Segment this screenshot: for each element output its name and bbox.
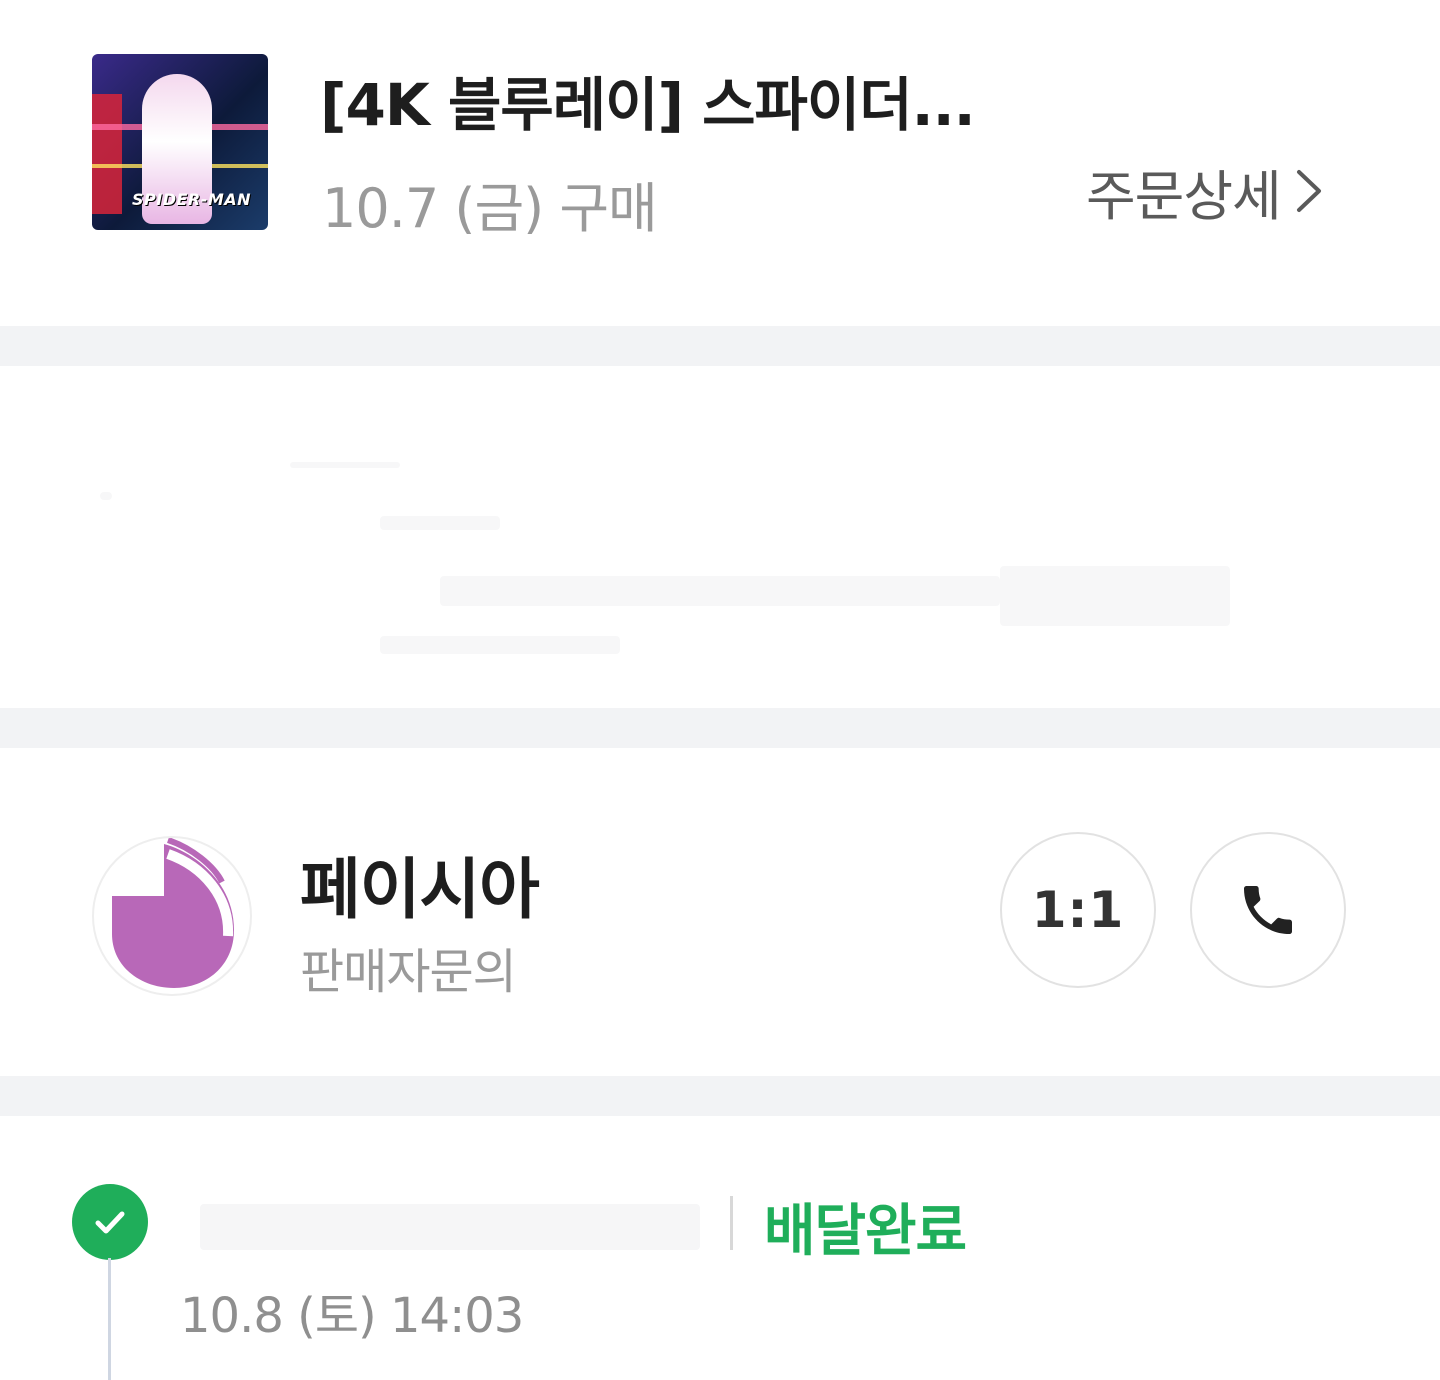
section-divider: [0, 708, 1440, 748]
order-detail-link[interactable]: 주문상세: [1086, 156, 1325, 228]
delivery-step-marker: [72, 1184, 148, 1260]
status-separator: [730, 1196, 733, 1250]
product-summary: SPIDER-MAN [4K 블루레이] 스파이더... 10.7 (금) 구매…: [0, 0, 1440, 326]
product-title[interactable]: [4K 블루레이] 스파이더...: [320, 58, 1220, 142]
redacted-location: [200, 1204, 700, 1250]
timeline-line: [108, 1258, 111, 1380]
delivery-time: 10.8 (토) 14:03: [180, 1288, 524, 1344]
chat-inquiry-button[interactable]: 1:1: [1000, 832, 1156, 988]
seller-avatar[interactable]: [92, 836, 252, 996]
chevron-right-icon: [1296, 170, 1321, 212]
delivery-status: 배달완료: [764, 1199, 967, 1264]
phone-icon: [1244, 886, 1292, 934]
purchase-date: 10.7 (금) 구매: [322, 177, 658, 240]
check-icon: [95, 1211, 125, 1234]
section-divider: [0, 326, 1440, 366]
thumbnail-logo: SPIDER-MAN: [132, 190, 252, 209]
order-detail-label: 주문상세: [1086, 164, 1282, 228]
call-seller-button[interactable]: [1190, 832, 1346, 988]
section-divider: [0, 1076, 1440, 1116]
product-thumbnail[interactable]: SPIDER-MAN: [92, 54, 268, 230]
redacted-info-block: [0, 366, 1440, 708]
order-detail-page: SPIDER-MAN [4K 블루레이] 스파이더... 10.7 (금) 구매…: [0, 0, 1440, 1380]
chat-button-label: 1:1: [1031, 881, 1125, 939]
seller-logo-drop-icon: [112, 838, 234, 988]
seller-inquiry-label: 판매자문의: [300, 944, 517, 1000]
seller-name[interactable]: 페이시아: [300, 836, 540, 932]
